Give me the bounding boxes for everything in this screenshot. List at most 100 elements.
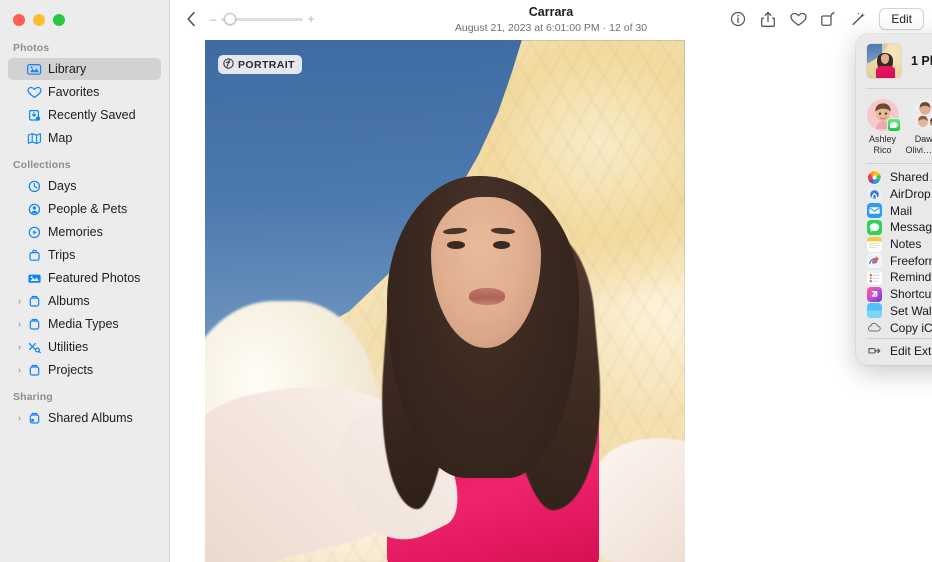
extensions-icon [867, 344, 882, 359]
photo-date: August 21, 2023 at 6:01:00 PM [455, 22, 600, 34]
recently-saved-icon [25, 107, 44, 123]
shared-albums-icon [867, 170, 882, 185]
icloud-icon [867, 320, 882, 335]
share-item-copy-icloud-link[interactable]: Copy iCloud Link [856, 319, 932, 336]
zoom-out-label[interactable]: – [208, 13, 218, 25]
share-item-notes[interactable]: Notes [856, 236, 932, 253]
share-item-label: Messages [890, 220, 932, 234]
person-icon [25, 201, 44, 217]
disclosure-icon[interactable]: › [14, 343, 25, 352]
sidebar-item-label: Days [48, 179, 76, 193]
zoom-in-label[interactable]: + [306, 13, 316, 25]
share-item-mail[interactable]: Mail [856, 202, 932, 219]
sidebar-item-label: Albums [48, 294, 90, 308]
sidebar-item-favorites[interactable]: › Favorites [8, 81, 161, 103]
share-item-label: Copy iCloud Link [890, 321, 932, 335]
avatar-wrap [912, 99, 932, 131]
freeform-icon [867, 253, 882, 268]
sidebar-item-utilities[interactable]: › Utilities [8, 336, 161, 358]
memories-icon [25, 224, 44, 240]
photo-image[interactable]: PORTRAIT [205, 40, 685, 562]
magic-wand-icon[interactable] [843, 7, 873, 31]
back-button[interactable] [180, 8, 202, 30]
contact-ashley-rico[interactable]: Ashley Rico [861, 99, 905, 155]
toolbar: – + Carrara August 21, 2023 at 6:01:00 P… [170, 0, 932, 40]
avatar-wrap [867, 99, 899, 131]
sidebar-item-shared-albums[interactable]: › Shared Albums [8, 407, 161, 429]
share-item-shortcuts[interactable]: Shortcuts [856, 286, 932, 303]
minimize-button[interactable] [33, 14, 45, 26]
disclosure-icon[interactable]: › [14, 320, 25, 329]
sidebar-item-label: Shared Albums [48, 411, 133, 425]
disclosure-icon[interactable]: › [14, 366, 25, 375]
photo-eye-right [493, 241, 510, 249]
sidebar-section-sharing: Sharing [0, 382, 169, 407]
share-item-reminders[interactable]: Reminders [856, 269, 932, 286]
sidebar-item-media-types[interactable]: › Media Types [8, 313, 161, 335]
album-icon [25, 362, 44, 378]
suitcase-icon [25, 247, 44, 263]
window-controls [0, 0, 169, 33]
sidebar-item-days[interactable]: › Days [8, 175, 161, 197]
popover-footer: Edit Extensions… [856, 339, 932, 361]
airdrop-icon [867, 187, 882, 202]
notes-icon [867, 237, 882, 252]
shared-album-icon [25, 410, 44, 426]
edit-button[interactable]: Edit [879, 8, 924, 30]
album-icon [25, 293, 44, 309]
share-item-shared-albums[interactable]: Shared Albums [856, 169, 932, 186]
share-item-messages[interactable]: Messages [856, 219, 932, 236]
sidebar-item-projects[interactable]: › Projects [8, 359, 161, 381]
featured-photos-icon [25, 270, 44, 286]
disclosure-icon[interactable]: › [14, 414, 25, 423]
zoom-slider-track[interactable] [221, 18, 303, 21]
share-item-set-wallpaper[interactable]: Set Wallpaper [856, 303, 932, 320]
favorite-button[interactable] [783, 7, 813, 31]
contact-dawn-olivia-and-others[interactable]: Dawn, Olivi…hers [906, 99, 932, 155]
selection-count-label: 1 Photo Selected [911, 54, 932, 68]
zoom-slider-knob[interactable] [224, 13, 236, 25]
photos-app-window: Photos › Library › Favorites › Recently … [0, 0, 932, 562]
disclosure-icon[interactable]: › [14, 297, 25, 306]
sidebar-item-trips[interactable]: › Trips [8, 244, 161, 266]
rotate-button[interactable] [813, 7, 843, 31]
popover-header: 1 Photo Selected [856, 34, 932, 88]
share-item-airdrop[interactable]: AirDrop [856, 186, 932, 203]
share-item-freeform[interactable]: Freeform [856, 252, 932, 269]
info-button[interactable] [723, 7, 753, 31]
edit-extensions-item[interactable]: Edit Extensions… [856, 343, 932, 360]
utilities-icon [25, 339, 44, 355]
toolbar-actions: Edit [723, 7, 924, 31]
map-icon [25, 130, 44, 146]
sidebar-item-map[interactable]: › Map [8, 127, 161, 149]
sidebar-section-photos: Photos [0, 33, 169, 58]
album-icon [25, 316, 44, 332]
sidebar-item-featured-photos[interactable]: › Featured Photos [8, 267, 161, 289]
sidebar-item-label: Featured Photos [48, 271, 140, 285]
shortcuts-icon [867, 287, 882, 302]
avatar [912, 99, 932, 131]
aperture-icon [223, 58, 234, 72]
sidebar-item-label: Memories [48, 225, 103, 239]
library-icon [25, 61, 44, 77]
zoom-slider[interactable]: – + [208, 11, 316, 27]
share-button[interactable] [753, 7, 783, 31]
portrait-badge[interactable]: PORTRAIT [218, 55, 302, 74]
photo-eye-left [447, 241, 464, 249]
share-item-label: Notes [890, 237, 921, 251]
zoom-button[interactable] [53, 14, 65, 26]
main-content: – + Carrara August 21, 2023 at 6:01:00 P… [170, 0, 932, 562]
sidebar-item-recently-saved[interactable]: › Recently Saved [8, 104, 161, 126]
edit-extensions-label: Edit Extensions… [890, 344, 932, 358]
close-button[interactable] [13, 14, 25, 26]
sidebar-item-memories[interactable]: › Memories [8, 221, 161, 243]
sidebar: Photos › Library › Favorites › Recently … [0, 0, 170, 562]
mail-icon [867, 203, 882, 218]
suggested-contacts: Ashley Rico Dawn, Olivi…hers [856, 89, 932, 163]
reminders-icon [867, 270, 882, 285]
set-wallpaper-icon [867, 303, 882, 318]
sidebar-item-people-and-pets[interactable]: › People & Pets [8, 198, 161, 220]
sidebar-item-library[interactable]: › Library [8, 58, 161, 80]
share-item-label: Freeform [890, 254, 932, 268]
sidebar-item-albums[interactable]: › Albums [8, 290, 161, 312]
